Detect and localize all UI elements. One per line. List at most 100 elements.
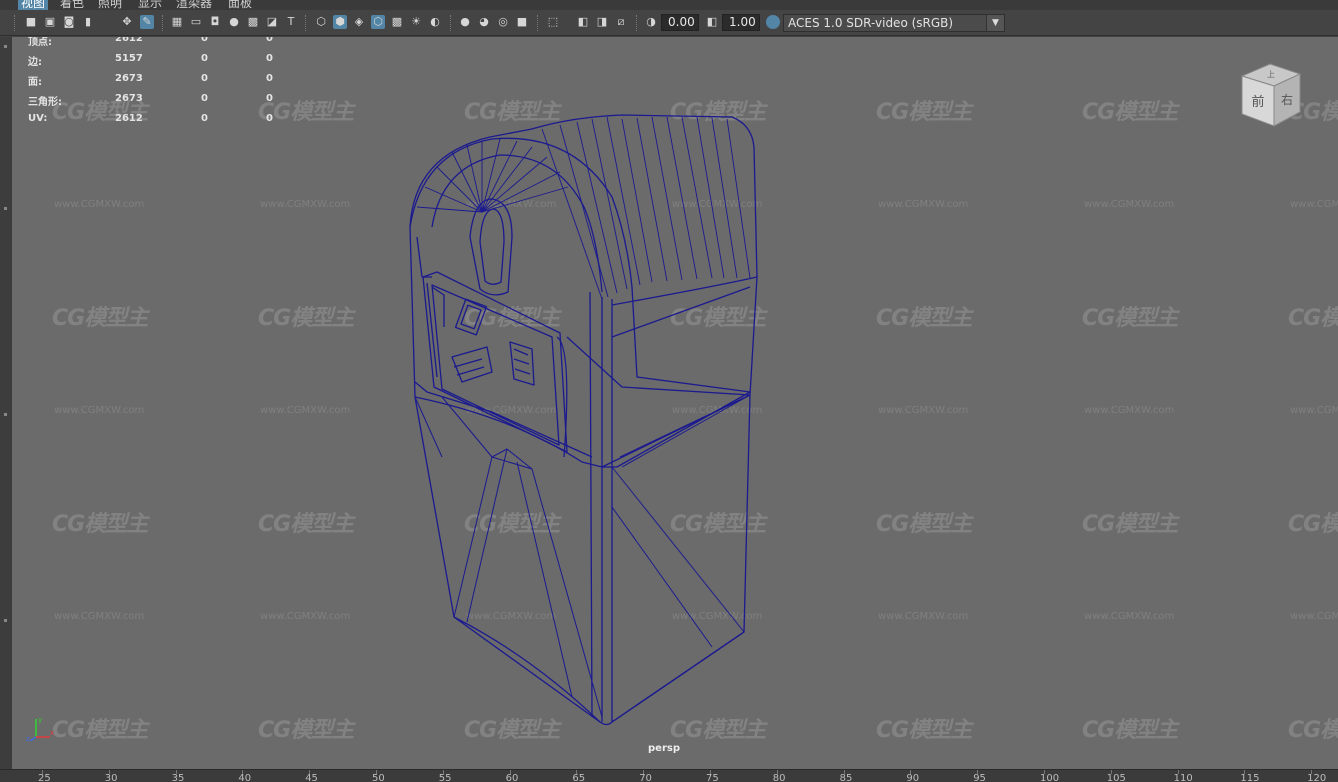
time-tick-mark	[1244, 770, 1246, 774]
resolution-gate-icon[interactable]: ◘	[208, 14, 222, 30]
textured-icon[interactable]: ▩	[390, 14, 404, 30]
exposure-icon[interactable]: ◑	[644, 14, 658, 30]
default-material-icon[interactable]: ◈	[352, 14, 366, 30]
bookmark-camera-icon[interactable]: ◙	[62, 14, 76, 30]
toolbar-separator	[450, 15, 452, 31]
menu-view[interactable]: 视图	[18, 0, 49, 10]
time-tick-label: 50	[372, 773, 385, 782]
wireframe-icon[interactable]: ⬡	[314, 14, 328, 30]
isolate-select-icon[interactable]: ⬚	[546, 14, 560, 30]
time-tick-label: 60	[505, 773, 519, 782]
toolbar-separator	[305, 15, 307, 31]
time-tick-mark	[710, 770, 711, 774]
time-tick-label: 45	[305, 773, 318, 782]
menu-panels[interactable]: 面板	[228, 0, 252, 10]
time-tick-mark	[442, 770, 444, 774]
time-tick-mark	[643, 770, 645, 774]
panel-grip-icon	[4, 45, 7, 48]
wireframe-on-shaded-glyph-icon: ⬡	[373, 15, 383, 28]
time-tick-label: 105	[1106, 773, 1126, 782]
time-slider[interactable]: 25 30 35 40 45 50 55 60 65 70 75 80 85 90 95 100 105 110 1…	[0, 769, 1338, 782]
time-tick-label: 120	[1307, 773, 1327, 782]
camera-select-icon[interactable]: ■	[24, 14, 38, 30]
time-tick-mark	[509, 770, 511, 774]
body-right-edge	[611, 276, 758, 723]
time-tick-mark	[776, 770, 778, 774]
menu-lighting[interactable]: 照明	[98, 0, 122, 10]
display-window	[454, 298, 488, 336]
time-tick-label: 25	[38, 773, 51, 782]
color-management-icon[interactable]	[766, 15, 780, 29]
field-chart-icon[interactable]: ▩	[246, 14, 260, 30]
time-tick-mark	[910, 770, 912, 774]
time-tick-label: 100	[1040, 773, 1060, 782]
viewport-menu-bar: 视图 着色 照明 显示 渲染器 面板	[0, 0, 1338, 10]
grid-icon[interactable]: ▦	[170, 14, 184, 30]
time-tick-mark	[175, 770, 177, 774]
time-tick-label: 65	[572, 773, 586, 782]
panel-grip-icon	[4, 619, 7, 622]
xray-icon[interactable]: ◧	[576, 14, 590, 30]
time-tick-label: 35	[171, 773, 185, 782]
time-tick-mark	[843, 770, 845, 774]
xray-joints-icon[interactable]: ◨	[595, 14, 609, 30]
body-left-edge	[409, 226, 601, 723]
time-tick-mark	[1044, 770, 1045, 774]
toolbar-separator	[537, 15, 539, 31]
time-tick-mark	[376, 770, 377, 774]
time-tick-label: 115	[1240, 773, 1260, 782]
xray-components-icon[interactable]: ⧄	[614, 14, 628, 30]
shadows-icon[interactable]: ◐	[428, 14, 442, 30]
body-bottom	[453, 616, 745, 726]
camera-name-label: persp	[648, 743, 680, 754]
time-tick-mark	[42, 770, 43, 774]
view-cube[interactable]: 上 前 右	[1234, 60, 1306, 132]
gamma-icon[interactable]: ◧	[705, 14, 719, 30]
safe-title-icon[interactable]: T	[284, 14, 298, 30]
motion-blur-icon[interactable]: ◕	[477, 14, 491, 30]
body-mid-seam	[414, 394, 751, 468]
keypad	[509, 341, 535, 386]
body-front-edge	[589, 291, 613, 722]
3d-viewport[interactable]: CG模型主 CG模型主 CG模型主 CG模型主 www.CGMXW.com www.CGM…	[12, 37, 1338, 769]
anti-aliasing-icon[interactable]: ◎	[496, 14, 510, 30]
gamma-field[interactable]: 1.00	[722, 14, 760, 31]
time-tick-mark	[242, 770, 244, 774]
menu-show[interactable]: 显示	[138, 0, 162, 10]
exposure-field[interactable]: 0.00	[661, 14, 699, 31]
lights-icon[interactable]: ☀	[409, 14, 423, 30]
toolbar-separator	[14, 15, 16, 31]
depth-of-field-icon[interactable]: ■	[515, 14, 529, 30]
x-axis-label: x	[50, 729, 54, 737]
coin-slot	[469, 198, 513, 296]
panel-grip-icon	[4, 413, 7, 416]
menu-renderer[interactable]: 渲染器	[176, 0, 212, 10]
panel-left-edge	[0, 37, 12, 769]
time-tick-mark	[576, 770, 578, 774]
time-tick-mark	[1110, 770, 1112, 774]
time-tick-label: 85	[839, 773, 853, 782]
time-tick-label: 55	[438, 773, 452, 782]
view-transform-dropdown[interactable]: ACES 1.0 SDR-video (sRGB) ▼	[783, 14, 1005, 32]
chevron-down-icon[interactable]: ▼	[986, 15, 1004, 31]
film-gate-icon[interactable]: ▭	[189, 14, 203, 30]
pan-zoom-icon[interactable]: ✥	[120, 14, 134, 30]
menu-shading[interactable]: 着色	[60, 0, 84, 10]
view-cube-right-label: 右	[1281, 92, 1293, 107]
wireframe-model[interactable]	[12, 37, 1338, 769]
safe-action-icon[interactable]: ◪	[265, 14, 279, 30]
smooth-shade-glyph-icon: ⬢	[335, 15, 345, 28]
gate-mask-icon[interactable]: ●	[227, 14, 241, 30]
camera-attributes-icon[interactable]: ▣	[43, 14, 57, 30]
time-tick-label: 75	[706, 773, 719, 782]
time-tick-label: 70	[639, 773, 652, 782]
grease-pencil-glyph-icon: ✎	[142, 15, 152, 28]
time-tick-label: 40	[238, 773, 252, 782]
view-cube-front-label: 前	[1251, 94, 1264, 110]
time-tick-mark	[108, 770, 110, 774]
time-tick-mark	[309, 770, 311, 774]
ambient-occlusion-icon[interactable]: ●	[458, 14, 472, 30]
bookmark-icon[interactable]: ▮	[81, 14, 95, 30]
toolbar-separator	[162, 15, 164, 31]
y-axis-label: y	[38, 716, 42, 724]
